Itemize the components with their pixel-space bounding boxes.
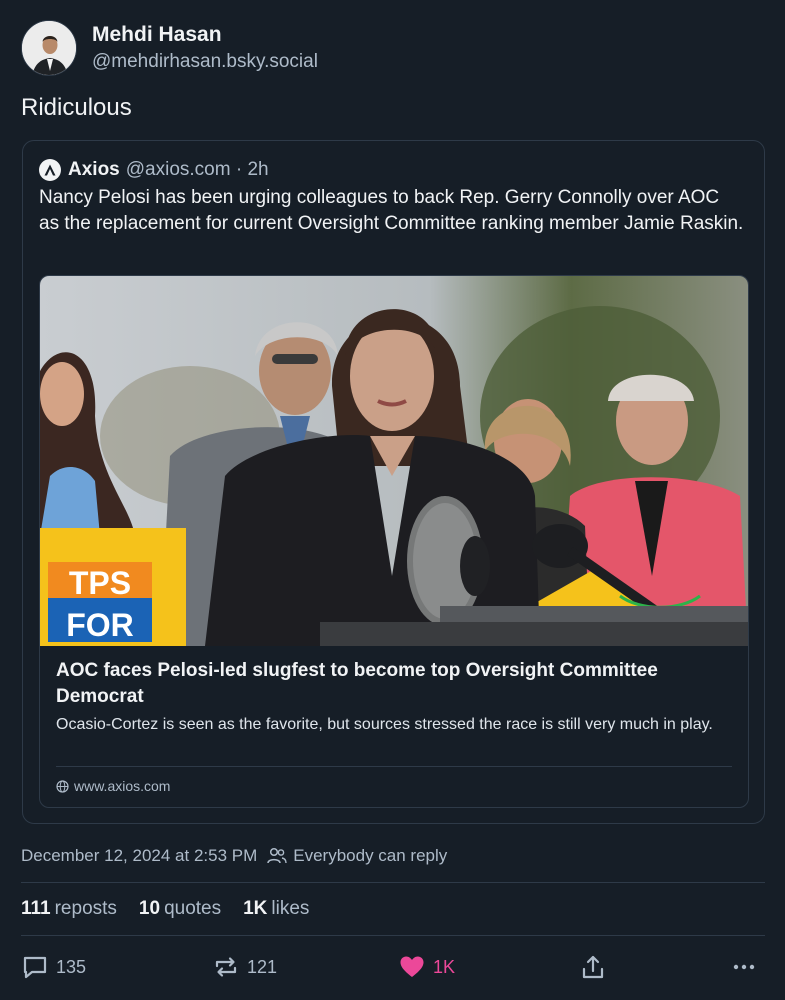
sign-text-tps: TPS — [69, 565, 131, 601]
like-count: 1K — [433, 956, 456, 977]
reply-icon — [23, 956, 47, 979]
post-meta: December 12, 2024 at 2:53 PM Everybody c… — [21, 844, 447, 868]
globe-icon — [56, 779, 69, 793]
sign-text-for: FOR — [66, 607, 134, 643]
reply-setting: Everybody can reply — [267, 844, 447, 868]
avatar-photo — [22, 21, 76, 75]
share-button[interactable] — [580, 951, 613, 983]
post-header: Mehdi Hasan @mehdirhasan.bsky.social — [21, 20, 318, 76]
quotes-label: quotes — [164, 898, 222, 919]
link-description: Ocasio-Cortez is seen as the favorite, b… — [56, 716, 713, 733]
avatar[interactable] — [21, 20, 77, 76]
link-domain-text: www.axios.com — [74, 778, 171, 794]
divider-top — [21, 882, 765, 883]
people-icon — [267, 847, 287, 864]
reposts-count: 111 — [21, 898, 51, 919]
quotes-stat[interactable]: 10 quotes — [139, 896, 221, 922]
author-name[interactable]: Mehdi Hasan — [92, 21, 318, 49]
link-divider — [56, 766, 732, 767]
likes-stat[interactable]: 1K likes — [243, 896, 309, 922]
more-options-button[interactable] — [732, 951, 763, 983]
quotes-count: 10 — [138, 898, 161, 919]
likes-count: 1K — [243, 898, 268, 919]
ellipsis-icon — [733, 964, 755, 970]
reposts-stat[interactable]: 111 reposts — [21, 896, 117, 922]
reply-button[interactable]: 135 — [21, 951, 86, 983]
repost-count: 121 — [247, 956, 278, 977]
post-timestamp[interactable]: December 12, 2024 at 2:53 PM — [21, 844, 257, 868]
link-domain: www.axios.com — [56, 776, 170, 796]
share-icon — [582, 955, 604, 979]
quoted-post-header: Axios @axios.com · 2h — [39, 157, 269, 183]
link-card[interactable]: TPS FOR AOC faces Pelosi-led slugfest to… — [39, 275, 749, 808]
quoted-post-text: Nancy Pelosi has been urging colleagues … — [39, 187, 744, 234]
post-text: Ridiculous — [21, 94, 132, 121]
repost-icon — [215, 957, 237, 977]
reply-setting-label: Everybody can reply — [293, 846, 448, 865]
reply-count: 135 — [56, 956, 87, 977]
link-thumbnail-photo: TPS FOR — [40, 276, 748, 646]
post-stats: 111 reposts 10 quotes 1K likes — [21, 896, 331, 922]
quoted-post[interactable]: Axios @axios.com · 2h Nancy Pelosi has b… — [22, 140, 765, 824]
author-handle[interactable]: @mehdirhasan.bsky.social — [92, 49, 318, 75]
like-button[interactable]: 1K — [398, 951, 455, 983]
heart-icon — [400, 956, 424, 977]
action-bar: 135 121 1K — [21, 951, 765, 983]
post: Mehdi Hasan @mehdirhasan.bsky.social Rid… — [0, 0, 785, 1000]
link-title[interactable]: AOC faces Pelosi-led slugfest to become … — [56, 658, 736, 710]
axios-logo-icon — [39, 159, 61, 181]
likes-label: likes — [271, 898, 310, 919]
quoted-author-name: Axios — [68, 159, 120, 180]
repost-button[interactable]: 121 — [212, 951, 277, 983]
reposts-label: reposts — [54, 898, 117, 919]
divider-bottom — [21, 935, 765, 936]
quoted-handle-time: @axios.com · 2h — [125, 159, 269, 180]
